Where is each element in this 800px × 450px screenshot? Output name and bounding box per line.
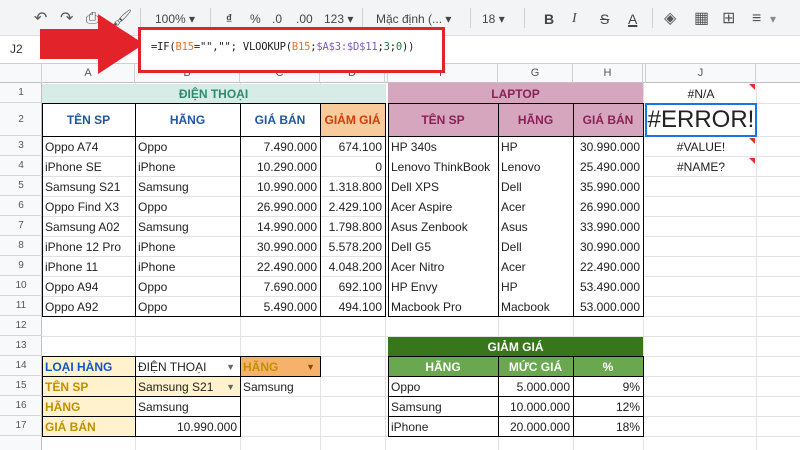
zoom-select[interactable]: 100% ▾ — [155, 9, 195, 29]
row-header[interactable]: 13 — [0, 336, 42, 356]
row-header[interactable]: 7 — [0, 216, 42, 236]
row-header[interactable]: 9 — [0, 256, 42, 276]
error-value-cell[interactable]: #VALUE! — [646, 137, 756, 157]
column-header-j[interactable]: J — [646, 64, 756, 83]
formula-text: =IF(B15="",""; VLOOKUP(B15;$A$3:$D$11;3;… — [151, 41, 415, 53]
align-icon[interactable]: ≡ — [752, 9, 761, 29]
lookup-brand-right-value[interactable]: Samsung — [240, 377, 320, 397]
increase-decimal-button[interactable]: .00 — [296, 9, 313, 29]
row-header[interactable]: 17 — [0, 416, 42, 436]
more-formats-button[interactable]: 123 ▾ — [324, 9, 353, 29]
error-flag-icon — [749, 84, 755, 90]
error-error-cell[interactable]: #ERROR! — [646, 104, 756, 136]
formula-input[interactable]: =IF(B15="",""; VLOOKUP(B15;$A$3:$D$11;3;… — [138, 27, 445, 73]
percent-button[interactable]: % — [250, 9, 261, 29]
row-header[interactable]: 8 — [0, 236, 42, 256]
row-header[interactable]: 2 — [0, 103, 42, 136]
name-box[interactable]: J2 — [10, 42, 23, 56]
align-dropdown-icon[interactable]: ▾ — [770, 9, 776, 29]
error-na-cell[interactable]: #N/A — [646, 84, 756, 104]
laptop-table-title[interactable]: LAPTOP — [388, 84, 643, 104]
row-header[interactable]: 16 — [0, 396, 42, 416]
row-header[interactable]: 12 — [0, 316, 42, 336]
row-header[interactable]: 5 — [0, 176, 42, 196]
row-header[interactable]: 1 — [0, 83, 42, 103]
merge-cells-icon[interactable]: ⊞ — [722, 9, 735, 29]
row-headers: 1 2 3 4 5 6 7 8 9 10 11 12 13 14 15 16 1… — [0, 83, 42, 450]
row-header[interactable]: 10 — [0, 276, 42, 296]
row-header[interactable]: 6 — [0, 196, 42, 216]
font-select[interactable]: Mặc định (... ▾ — [376, 9, 451, 29]
discount-table-title[interactable]: GIẢM GIÁ — [388, 337, 643, 357]
error-name-cell[interactable]: #NAME? — [646, 157, 756, 177]
font-size-select[interactable]: 18 ▾ — [482, 9, 505, 29]
red-arrow-icon — [40, 14, 144, 74]
row-header[interactable]: 11 — [0, 296, 42, 316]
bold-button[interactable]: B — [544, 9, 554, 29]
strikethrough-button[interactable]: S — [600, 9, 609, 29]
row-header[interactable]: 15 — [0, 376, 42, 396]
error-flag-icon — [749, 138, 755, 144]
row-header[interactable]: 3 — [0, 136, 42, 156]
italic-button[interactable]: I — [572, 9, 577, 29]
column-header-g[interactable]: G — [498, 64, 573, 83]
borders-icon[interactable]: ▦ — [694, 9, 709, 29]
currency-button[interactable]: ₫ — [226, 9, 232, 29]
phone-table-title[interactable]: ĐIỆN THOẠI — [42, 84, 385, 104]
text-color-button[interactable]: A — [628, 9, 637, 29]
fill-color-icon[interactable]: ◈ — [664, 9, 676, 29]
row-header[interactable]: 14 — [0, 356, 42, 376]
row-header[interactable]: 4 — [0, 156, 42, 176]
select-all-corner[interactable] — [0, 64, 42, 83]
decrease-decimal-button[interactable]: .0 — [272, 9, 282, 29]
column-header-h[interactable]: H — [573, 64, 643, 83]
error-flag-icon — [749, 158, 755, 164]
